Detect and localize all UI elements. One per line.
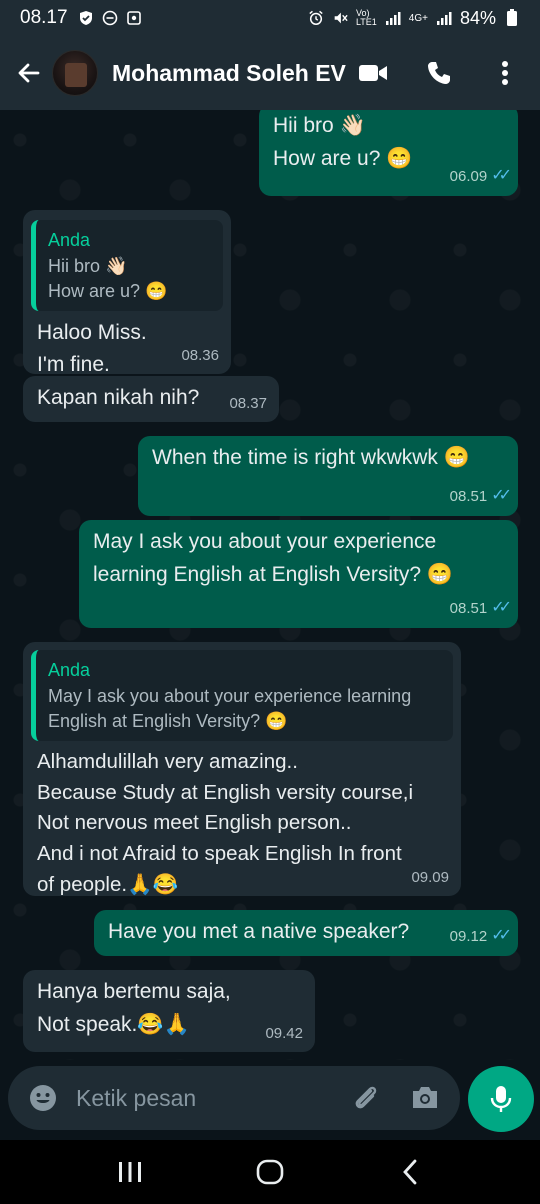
message-text: Not speak.😂🙏 [37,1012,190,1036]
data-label: 4G+ [408,12,428,24]
message-bubble-outgoing[interactable]: Hii bro 👋🏻 How are u? 😁 06.09 ✓✓ [259,110,518,196]
message-composer[interactable]: Ketik pesan [8,1066,460,1130]
message-bubble-outgoing[interactable]: Have you met a native speaker? 09.12 ✓✓ [94,910,518,956]
quote-text: May I ask you about your experience lear… [48,686,412,707]
message-bubble-outgoing[interactable]: May I ask you about your experience lear… [79,520,518,628]
message-bubble-outgoing[interactable]: When the time is right wkwkwk 😁 08.51 ✓✓ [138,436,518,516]
signal-icon [385,10,401,26]
status-bar: 08.17 Vo) LTE1 4G+ 84% [0,0,540,36]
message-text: When the time is right wkwkwk 😁 [152,446,470,469]
mute-icon [332,10,348,26]
microphone-icon[interactable] [468,1066,534,1132]
quote-text: How are u? 😁 [48,280,168,301]
message-bubble-incoming[interactable]: Kapan nikah nih? 08.37 [23,376,279,422]
camera-icon[interactable] [408,1081,442,1115]
battery-percent: 84% [459,7,496,28]
do-not-disturb-icon [102,10,118,26]
message-time: 06.09 [449,167,488,185]
home-icon[interactable] [245,1152,295,1192]
message-text: learning English at English Versity? 😁 [93,562,454,586]
battery-icon [504,9,520,26]
contact-name[interactable]: Mohammad Soleh EV [112,60,346,87]
quoted-message[interactable]: Anda Hii bro 👋🏻 How are u? 😁 [31,220,223,311]
message-text: May I ask you about your experience [93,530,437,553]
status-time: 08.17 [20,7,68,28]
emoji-icon[interactable] [26,1081,60,1115]
message-time: 08.37 [229,394,267,412]
message-text: Not nervous meet English person.. [37,811,352,835]
avatar[interactable] [52,50,98,96]
video-camera-icon[interactable] [358,58,388,88]
chat-area[interactable]: Hii bro 👋🏻 How are u? 😁 06.09 ✓✓ Anda Hi… [0,110,540,1060]
message-bubble-incoming[interactable]: Hanya bertemu saja, Not speak.😂🙏 09.42 [23,970,315,1052]
more-vertical-icon[interactable] [490,58,520,88]
quote-text: Hii bro 👋🏻 [48,256,128,277]
nav-back-icon[interactable] [385,1152,435,1192]
chat-header: Mohammad Soleh EV [0,36,540,110]
quote-text: English at English Versity? 😁 [48,710,288,731]
quoted-message[interactable]: Anda May I ask you about your experience… [31,650,453,741]
message-time: 08.51 [449,599,488,617]
quote-author: Anda [48,660,91,680]
message-text: Alhamdulillah very amazing.. [37,749,298,773]
screenshot-icon [126,10,142,26]
message-text: Hanya bertemu saja, [37,980,231,1003]
arrow-left-icon[interactable] [14,58,44,88]
message-text: Hii bro 👋🏻 [273,114,366,137]
read-ticks-icon: ✓✓ [491,927,512,945]
shield-icon [78,10,94,26]
quote-author: Anda [48,230,91,250]
message-time: 08.36 [181,346,219,364]
alarm-icon [308,10,324,26]
recent-apps-icon[interactable] [105,1152,155,1192]
read-ticks-icon: ✓✓ [491,167,512,185]
read-ticks-icon: ✓✓ [491,599,512,617]
signal-icon-2 [436,10,452,26]
message-text: Have you met a native speaker? [108,920,410,943]
system-nav-bar [0,1140,540,1204]
phone-icon[interactable] [424,58,454,88]
message-text: Because Study at English versity course,… [37,780,414,804]
message-input[interactable]: Ketik pesan [76,1085,348,1112]
volte-label: Vo) LTE1 [355,8,377,27]
message-time: 09.42 [265,1024,303,1042]
message-time: 09.09 [411,868,449,886]
read-ticks-icon: ✓✓ [491,487,512,505]
message-bubble-incoming[interactable]: Anda Hii bro 👋🏻 How are u? 😁 Haloo Miss.… [23,210,231,376]
message-text: And i not Afraid to speak English In fro… [37,842,402,866]
message-bubble-incoming[interactable]: Anda May I ask you about your experience… [23,642,461,896]
message-time: 08.51 [449,487,488,505]
message-time: 09.12 [449,927,488,945]
paperclip-icon[interactable] [348,1081,382,1115]
message-text: of people.🙏😂 [37,872,179,896]
